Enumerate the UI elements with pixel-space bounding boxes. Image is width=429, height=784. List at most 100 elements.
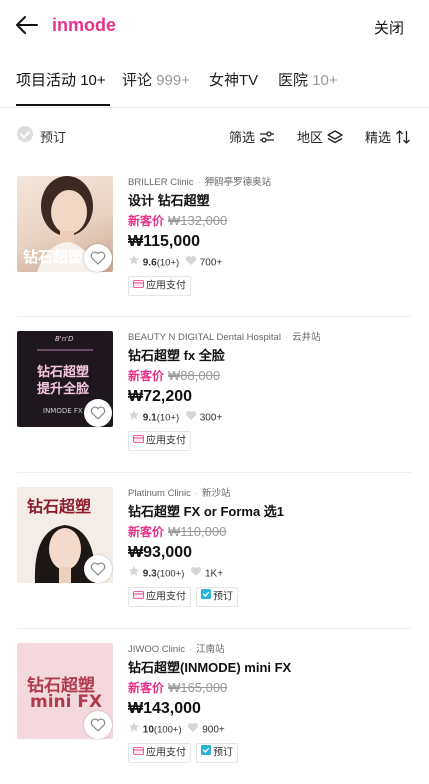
rating: 10 — [142, 724, 154, 736]
clinic-name: BEAUTY N DIGITAL Dental Hospital — [128, 332, 281, 343]
star-icon — [128, 254, 140, 272]
thumbnail-caption: 钻石超塑 — [23, 248, 84, 266]
review-count: (10+) — [156, 257, 180, 269]
rating: 9.3 — [142, 568, 157, 580]
close-button[interactable]: 关闭 — [374, 17, 404, 38]
sale-price: ₩72,200 — [128, 388, 193, 405]
app-pay-badge: 应用支付 — [128, 276, 191, 297]
app-pay-badge: 应用支付 — [128, 743, 191, 764]
tab-count: 10+ — [80, 72, 106, 89]
active-tab-indicator — [16, 104, 110, 106]
rating: 9.1 — [142, 412, 157, 424]
tab-bar: 项目活动 10+ 评论 999+ 女神TV 医院 10+ — [0, 54, 429, 108]
review-count: (10+) — [156, 412, 180, 424]
reserve-checkbox[interactable] — [17, 126, 33, 142]
product-card[interactable]: 钻石超塑 mini FX JIWOO Clinic · 江南站 钻石超塑(INMOD… — [0, 643, 429, 784]
select-sort-button[interactable]: 精选 — [365, 127, 411, 147]
product-name: 钻石超塑(INMODE) mini FX — [128, 660, 292, 675]
tab-events[interactable]: 项目活动 10+ — [16, 69, 106, 90]
like-count: 900+ — [202, 724, 225, 736]
star-icon — [128, 565, 140, 583]
reserve-filter-label: 预订 — [40, 130, 67, 145]
tab-tv[interactable]: 女神TV — [209, 69, 258, 90]
heart-count-icon — [185, 410, 197, 427]
new-customer-tag: 新客价 — [128, 214, 165, 228]
like-count: 300+ — [199, 412, 223, 424]
clinic-line: BRILLER Clinic · 狎鸥亭罗德奥站 — [128, 176, 418, 190]
stats-line: 10(100+) 900+ — [128, 721, 418, 737]
badge-label: 预订 — [213, 748, 233, 759]
tab-label: 评论 — [122, 72, 153, 89]
tab-hospitals[interactable]: 医院 10+ — [278, 69, 338, 90]
sale-price: ₩115,000 — [128, 233, 201, 250]
thumbnail-caption-2: mini FX — [30, 692, 103, 712]
clinic-line: JIWOO Clinic · 江南站 — [128, 643, 418, 657]
clinic-name: JIWOO Clinic — [128, 644, 185, 655]
thumbnail-caption-2: 提升全脸 — [37, 382, 90, 397]
review-count: (100+) — [156, 568, 185, 580]
tab-reviews[interactable]: 评论 999+ — [122, 69, 190, 90]
original-price: ₩132,000 — [168, 213, 228, 228]
dot-separator: · — [284, 332, 289, 343]
card-icon — [133, 432, 144, 450]
card-icon — [133, 744, 144, 762]
product-name: 钻石超塑 FX or Forma 选1 — [128, 504, 285, 519]
clinic-line: BEAUTY N DIGITAL Dental Hospital · 云井站 — [128, 331, 418, 345]
product-card[interactable]: 钻石超塑 BRILLER Clinic · 狎鸥亭罗德奥站 设计 钻石超塑 新客价 ₩… — [0, 176, 429, 317]
product-info: JIWOO Clinic · 江南站 钻石超塑(INMODE) mini FX 新客… — [128, 643, 418, 764]
sliders-icon — [259, 131, 275, 146]
stats-line: 9.3(100+) 1K+ — [128, 565, 418, 581]
reserve-badge: 预订 — [196, 743, 238, 764]
app-pay-badge: 应用支付 — [128, 431, 191, 452]
badge-label: 应用支付 — [146, 748, 186, 759]
badge-label: 应用支付 — [146, 436, 186, 447]
check-box-icon — [201, 588, 211, 606]
dot-separator: · — [194, 488, 198, 499]
star-icon — [128, 409, 140, 427]
sort-filter-button[interactable]: 筛选 — [229, 127, 275, 146]
tab-count: 999+ — [156, 72, 190, 89]
heart-icon[interactable] — [84, 711, 112, 739]
badge-label: 应用支付 — [146, 281, 186, 292]
badge-row: 应用支付 预订 — [128, 587, 418, 608]
badge-label: 预订 — [213, 592, 233, 603]
select-sort-label: 精选 — [365, 130, 392, 145]
product-card[interactable]: B'n'D 钻石超塑 提升全脸 INMODE FX BEAUTY N DIGIT… — [0, 331, 429, 473]
price-line: 新客价 ₩110,000 — [128, 523, 418, 540]
product-name: 设计 钻石超塑 — [128, 193, 210, 208]
sort-arrows-icon — [395, 130, 411, 147]
badge-row: 应用支付 预订 — [128, 743, 418, 764]
clinic-line: Platinum Clinic · 新沙站 — [128, 487, 418, 501]
region-filter-button[interactable]: 地区 — [297, 127, 343, 147]
page-title: inmode — [52, 15, 117, 35]
clinic-name: Platinum Clinic — [128, 488, 191, 499]
new-customer-tag: 新客价 — [128, 369, 165, 383]
product-card[interactable]: 钻石超塑 Platinum Clinic · 新沙站 钻石超塑 FX or Form… — [0, 487, 429, 629]
tab-label: 项目活动 — [16, 72, 77, 89]
top-bar: inmode 关闭 — [0, 0, 429, 52]
badge-row: 应用支付 — [128, 431, 418, 452]
station-name: 云井站 — [292, 332, 321, 343]
tab-label: 医院 — [278, 72, 309, 89]
check-box-icon — [201, 744, 211, 762]
price-line: 新客价 ₩132,000 — [128, 212, 418, 229]
tab-label: 女神TV — [209, 72, 259, 89]
sale-price: ₩93,000 — [128, 544, 193, 561]
sort-filter-label: 筛选 — [229, 130, 256, 145]
stats-line: 9.6(10+) 700+ — [128, 254, 418, 270]
reserve-badge: 预订 — [196, 587, 238, 608]
heart-icon[interactable] — [84, 399, 112, 427]
badge-label: 应用支付 — [146, 592, 186, 603]
divider — [17, 316, 412, 317]
back-arrow-icon[interactable] — [14, 12, 40, 38]
new-customer-tag: 新客价 — [128, 525, 165, 539]
divider — [17, 628, 412, 629]
filter-bar: 预订 筛选 地区 精选 — [0, 110, 429, 158]
heart-icon[interactable] — [84, 555, 112, 583]
dot-separator: · — [189, 644, 193, 655]
thumbnail-logo: B'n'D — [55, 335, 74, 343]
dot-separator: · — [197, 177, 201, 188]
card-icon — [133, 277, 144, 295]
original-price: ₩88,000 — [168, 368, 221, 383]
heart-icon[interactable] — [84, 244, 112, 272]
